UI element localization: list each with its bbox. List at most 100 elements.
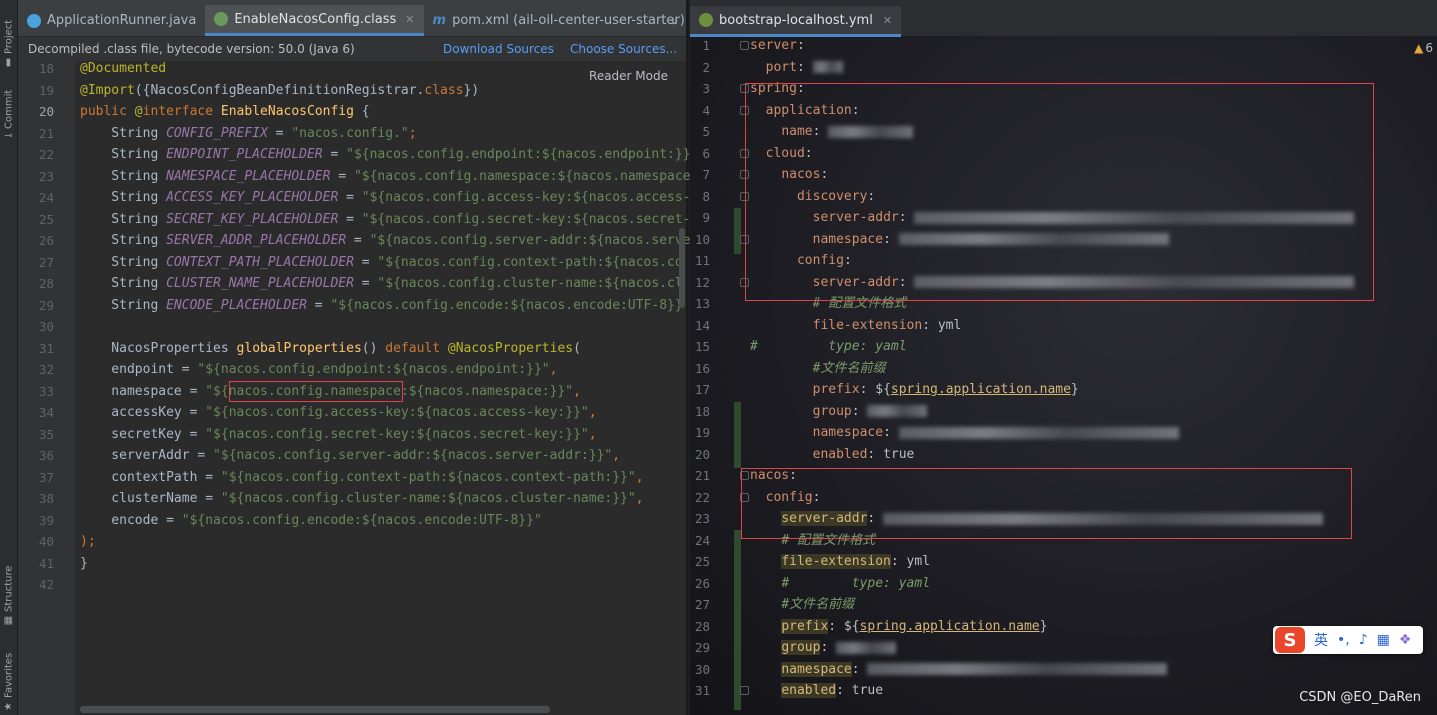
code-line: #文件名前缀: [812, 360, 886, 376]
code-line: String CLUSTER_NAME_PLACEHOLDER = "${nac…: [80, 276, 683, 291]
line-number: 33: [38, 383, 54, 399]
code-line: @Import({NacosConfigBeanDefinitionRegist…: [80, 82, 480, 98]
commit-icon: ⊸: [4, 130, 14, 142]
line-number: 4: [702, 102, 710, 118]
line-number: 42: [38, 577, 54, 592]
folder-icon: ▬: [3, 57, 15, 68]
line-number: 31: [694, 683, 710, 698]
redacted-value: [812, 61, 843, 73]
code-line: secretKey = "${nacos.config.secret-key:$…: [80, 426, 597, 442]
line-number: 31: [38, 340, 54, 356]
tool-tab-commit[interactable]: ⊸ Commit: [1, 84, 17, 142]
code-line: contextPath = "${nacos.config.context-pa…: [80, 469, 644, 485]
line-number: 17: [694, 382, 710, 397]
code-line: String SECRET_KEY_PLACEHOLDER = "${nacos…: [80, 211, 691, 227]
code-line: clusterName = "${nacos.config.cluster-na…: [80, 491, 644, 506]
code-line: public @interface EnableNacosConfig {: [80, 104, 370, 119]
line-number: 15: [694, 339, 710, 354]
line-number: 27: [694, 597, 710, 612]
line-number: 28: [38, 276, 54, 291]
line-number: 29: [38, 297, 54, 313]
line-number: 10: [694, 231, 710, 247]
tool-window-stripe: ▬ Project ⊸ Commit ▦ Structure ★ Favorites: [0, 0, 18, 715]
tool-tab-project[interactable]: ▬ Project: [1, 8, 17, 68]
code-line: group:: [750, 637, 897, 658]
right-editor-pane: bootstrap-localhost.yml ✕ ▲ 6 1 server: 2 …: [690, 0, 1437, 715]
line-number: 40: [38, 534, 54, 549]
code-line: String SERVER_ADDR_PLACEHOLDER = "${naco…: [80, 233, 691, 248]
line-number: 23: [38, 168, 54, 184]
code-line: enabled: true: [812, 446, 915, 462]
line-number: 11: [694, 253, 710, 268]
left-editor-pane: ApplicationRunner.java EnableNacosConfig…: [18, 0, 691, 715]
line-number: 5: [702, 124, 710, 139]
code-line: String CONFIG_PREFIX = "nacos.config.";: [80, 125, 417, 141]
fold-marker-icon[interactable]: [740, 686, 749, 695]
line-number: 20: [694, 446, 710, 462]
watermark: CSDN @EO_DaRen: [1299, 690, 1421, 705]
line-number: 24: [38, 190, 54, 205]
line-number: 9: [702, 210, 710, 225]
code-line: prefix: ${spring.application.name}: [812, 382, 1079, 397]
code-line: String CONTEXT_PATH_PLACEHOLDER = "${nac…: [80, 254, 683, 270]
code-line: String ENDPOINT_PLACEHOLDER = "${nacos.c…: [80, 147, 691, 162]
line-number: 35: [38, 426, 54, 442]
highlight-box-spring-cloud-nacos: [745, 83, 1374, 301]
line-number: 25: [694, 554, 710, 569]
highlight-box-namespace: [229, 381, 403, 402]
code-line: accessKey = "${nacos.config.access-key:$…: [80, 405, 597, 420]
line-number: 22: [38, 147, 54, 162]
code-line: group:: [750, 401, 928, 422]
microphone-icon[interactable]: ♪: [1359, 632, 1368, 648]
fold-marker-icon[interactable]: [740, 41, 749, 50]
left-vertical-scrollbar[interactable]: [679, 228, 685, 308]
line-number: 19: [38, 82, 54, 98]
line-number: 41: [38, 555, 54, 571]
code-line: String ENCODE_PLACEHOLDER = "${nacos.con…: [80, 297, 683, 313]
redacted-value: [867, 405, 928, 417]
code-line: @Documented: [80, 61, 167, 76]
ime-punctuation[interactable]: •,: [1337, 632, 1350, 648]
left-code-area[interactable]: 18 @Documented 19 @Import({NacosConfigBeanD…: [18, 0, 691, 715]
code-line: endpoint = "${nacos.config.endpoint:${na…: [80, 362, 558, 377]
keyboard-icon[interactable]: ▦: [1377, 632, 1390, 648]
code-line: );: [80, 534, 96, 549]
line-number: 3: [702, 81, 710, 96]
line-number: 18: [694, 403, 710, 419]
tool-tab-favorites[interactable]: ★ Favorites: [1, 642, 17, 712]
line-number: 26: [694, 575, 710, 591]
redacted-value: [898, 426, 1179, 439]
tool-tab-structure[interactable]: ▦ Structure: [1, 560, 17, 626]
code-line: file-extension: yml: [781, 554, 931, 569]
line-number: 37: [38, 469, 54, 485]
code-line: #文件名前缀: [781, 597, 855, 612]
line-number: 38: [38, 491, 54, 506]
line-number: 22: [694, 489, 710, 505]
line-number: 26: [38, 233, 54, 248]
code-line: serverAddr = "${nacos.config.server-addr…: [80, 448, 621, 463]
line-number: 16: [694, 360, 710, 376]
code-line: NacosProperties globalProperties() defau…: [80, 340, 581, 356]
left-horizontal-scrollbar[interactable]: [80, 706, 550, 713]
line-number: 21: [694, 468, 710, 483]
line-number: 6: [702, 145, 710, 161]
line-number: 19: [694, 425, 710, 440]
sogou-logo-icon: S: [1275, 627, 1305, 653]
code-line: port:: [750, 57, 843, 78]
structure-icon: ▦: [3, 615, 15, 626]
code-line: server:: [750, 38, 805, 53]
input-method-toolbar[interactable]: S 英 •, ♪ ▦ ❖: [1273, 626, 1423, 654]
line-number: 27: [38, 254, 54, 270]
code-line: String ACCESS_KEY_PLACEHOLDER = "${nacos…: [80, 190, 691, 205]
apps-icon[interactable]: ❖: [1399, 632, 1412, 648]
line-number: 1: [702, 38, 710, 53]
line-number: 29: [694, 640, 710, 655]
line-number: 12: [694, 274, 710, 290]
star-icon: ★: [3, 701, 15, 712]
line-number: 2: [702, 59, 710, 75]
ime-language[interactable]: 英: [1314, 630, 1328, 650]
reader-mode-button[interactable]: Reader Mode: [589, 69, 668, 83]
line-number: 21: [38, 125, 54, 141]
code-line: # type: yaml: [750, 339, 907, 354]
highlight-box-nacos-config: [741, 468, 1352, 539]
